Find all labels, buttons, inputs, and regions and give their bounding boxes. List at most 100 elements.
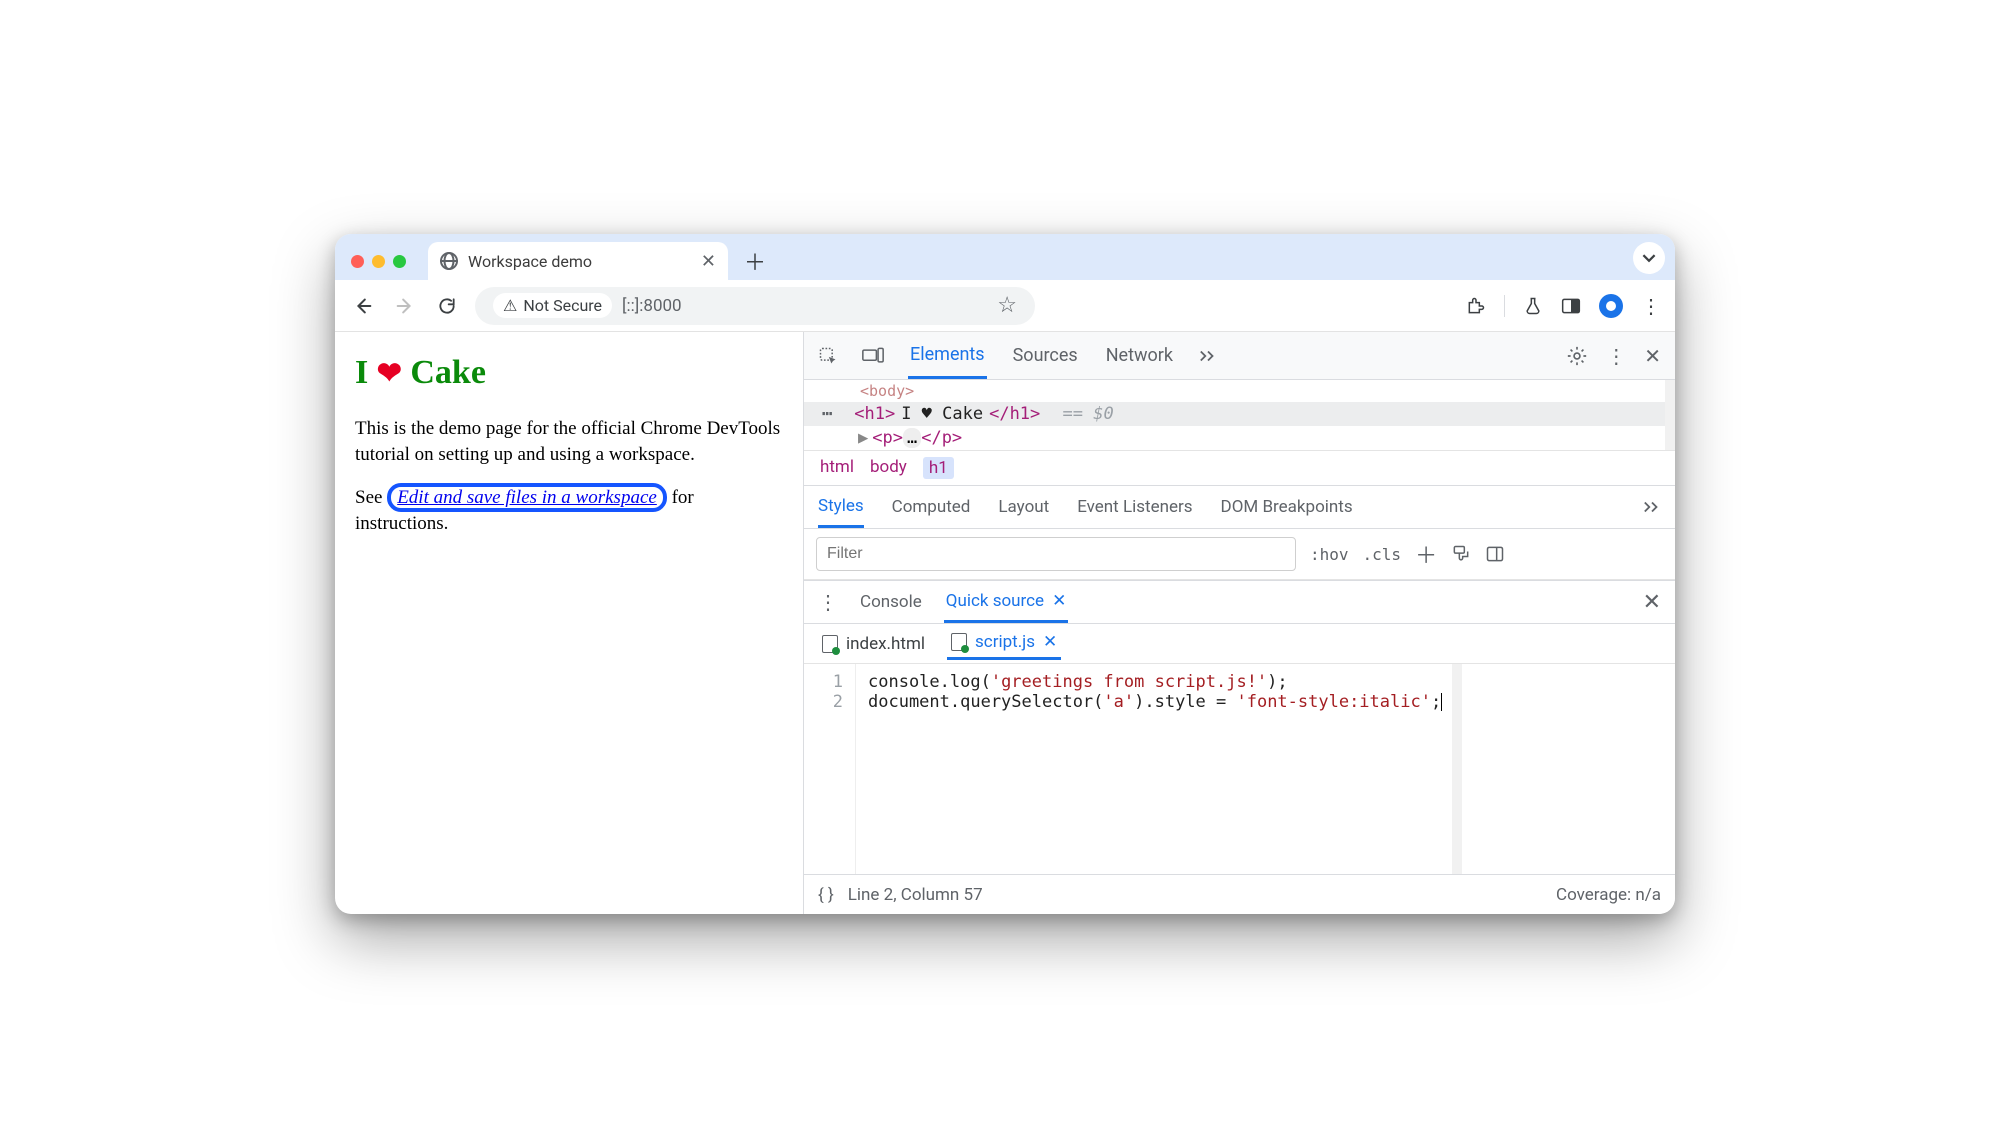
coverage-status: Coverage: n/a <box>1556 885 1661 905</box>
content-area: I ❤ Cake This is the demo page for the o… <box>335 332 1675 914</box>
rendered-page: I ❤ Cake This is the demo page for the o… <box>335 332 803 914</box>
source-editor[interactable]: 1 2 console.log('greetings from script.j… <box>804 664 1675 874</box>
devtools-menu-button[interactable]: ⋮ <box>1606 344 1626 368</box>
devtools-settings-button[interactable] <box>1566 345 1588 367</box>
intro-paragraph: This is the demo page for the official C… <box>355 416 783 467</box>
tab-title: Workspace demo <box>468 252 592 271</box>
styles-tab-bar: Styles Computed Layout Event Listeners D… <box>804 485 1675 529</box>
warning-icon: ⚠ <box>503 296 517 315</box>
arrow-right-icon <box>394 295 416 317</box>
styles-more-button[interactable] <box>1643 500 1661 514</box>
breadcrumb-h1[interactable]: h1 <box>923 457 954 479</box>
globe-icon <box>440 252 458 270</box>
text-cursor <box>1441 693 1442 711</box>
drawer-close-button[interactable]: ✕ <box>1643 590 1661 615</box>
url-text: [::]:8000 <box>622 296 682 316</box>
styles-paint-button[interactable] <box>1451 544 1471 564</box>
drawer-menu-button[interactable]: ⋮ <box>818 590 838 614</box>
close-window-button[interactable] <box>351 255 364 268</box>
more-tabs-button[interactable] <box>1199 349 1217 363</box>
extensions-button[interactable] <box>1466 296 1486 316</box>
security-label: Not Secure <box>523 296 602 315</box>
hover-toggle[interactable]: :hov <box>1310 545 1349 564</box>
element-node-p[interactable]: ▶<p>…</p> <box>804 426 1665 450</box>
maximize-window-button[interactable] <box>393 255 406 268</box>
tutorial-link[interactable]: Edit and save files in a workspace <box>397 487 657 508</box>
labs-button[interactable] <box>1523 295 1543 317</box>
security-chip[interactable]: ⚠ Not Secure <box>493 293 612 318</box>
panel-icon <box>1561 297 1581 315</box>
minimize-window-button[interactable] <box>372 255 385 268</box>
tab-close-button[interactable]: ✕ <box>701 251 716 272</box>
file-tab-index-html[interactable]: index.html <box>818 629 929 659</box>
elements-tree[interactable]: <body> ⋯ <h1>I ♥ Cake</h1> == $0 ▶<p>…</… <box>804 380 1675 450</box>
expand-triangle-icon[interactable]: ▶ <box>858 428 868 448</box>
panel-right-icon <box>1485 544 1505 564</box>
format-button[interactable]: { } <box>818 885 834 905</box>
side-panel-button[interactable] <box>1561 297 1581 315</box>
element-node-selected[interactable]: ⋯ <h1>I ♥ Cake</h1> == $0 <box>804 402 1665 426</box>
inspect-element-button[interactable] <box>818 346 838 366</box>
bookmark-button[interactable]: ☆ <box>997 293 1017 318</box>
styles-filter-input[interactable] <box>816 537 1296 571</box>
browser-window: Workspace demo ✕ ＋ ⚠ Not Secure <box>335 234 1675 914</box>
devtools-panel: Elements Sources Network ⋮ ✕ <box>803 332 1675 914</box>
brush-icon <box>1451 544 1471 564</box>
puzzle-icon <box>1466 296 1486 316</box>
close-icon[interactable]: ✕ <box>1043 632 1057 652</box>
heart-icon: ❤ <box>377 357 402 390</box>
new-style-rule-button[interactable]: ＋ <box>1415 538 1437 570</box>
subtab-event-listeners[interactable]: Event Listeners <box>1077 488 1192 526</box>
forward-button[interactable] <box>391 292 419 320</box>
arrow-left-icon <box>352 295 374 317</box>
file-icon <box>822 635 838 653</box>
scrollbar[interactable] <box>1452 664 1462 874</box>
new-tab-button[interactable]: ＋ <box>740 246 770 276</box>
subtab-dom-breakpoints[interactable]: DOM Breakpoints <box>1221 488 1353 526</box>
tutorial-link-highlight: Edit and save files in a workspace <box>387 483 667 512</box>
dom-breadcrumbs[interactable]: html body h1 <box>804 450 1675 485</box>
drawer-tab-bar: ⋮ Console Quick source ✕ ✕ <box>804 580 1675 624</box>
tab-sources[interactable]: Sources <box>1011 334 1080 377</box>
tab-search-button[interactable] <box>1633 242 1665 274</box>
page-heading: I ❤ Cake <box>355 350 783 396</box>
link-paragraph: See Edit and save files in a workspace f… <box>355 485 783 536</box>
cursor-position: Line 2, Column 57 <box>848 885 983 905</box>
gear-icon <box>1566 345 1588 367</box>
code-area[interactable]: console.log('greetings from script.js!')… <box>856 664 1452 874</box>
computed-panel-button[interactable] <box>1485 544 1505 564</box>
tab-elements[interactable]: Elements <box>908 333 987 379</box>
element-node-body[interactable]: <body> <box>842 380 1675 402</box>
subtab-computed[interactable]: Computed <box>892 488 971 526</box>
drawer-tab-console[interactable]: Console <box>858 583 924 621</box>
subtab-layout[interactable]: Layout <box>998 488 1049 526</box>
profile-button[interactable] <box>1599 294 1623 318</box>
chevron-down-icon <box>1642 251 1656 265</box>
devices-icon <box>862 347 884 365</box>
address-bar[interactable]: ⚠ Not Secure [::]:8000 ☆ <box>475 287 1035 325</box>
file-icon <box>951 633 967 651</box>
window-controls <box>351 255 406 268</box>
subtab-styles[interactable]: Styles <box>818 487 864 528</box>
breadcrumb-body[interactable]: body <box>870 457 907 479</box>
chevrons-right-icon <box>1643 500 1661 514</box>
tab-network[interactable]: Network <box>1104 334 1175 377</box>
drawer-tab-quick-source[interactable]: Quick source ✕ <box>944 582 1069 623</box>
more-actions-icon[interactable]: ⋯ <box>822 404 832 424</box>
inspect-icon <box>818 346 838 366</box>
file-tab-script-js[interactable]: script.js ✕ <box>947 627 1061 660</box>
browser-toolbar: ⚠ Not Secure [::]:8000 ☆ ⋮ <box>335 280 1675 332</box>
flask-icon <box>1523 295 1543 317</box>
editor-status-bar: { } Line 2, Column 57 Coverage: n/a <box>804 874 1675 914</box>
devtools-close-button[interactable]: ✕ <box>1644 344 1661 368</box>
close-icon[interactable]: ✕ <box>1052 591 1066 611</box>
reload-button[interactable] <box>433 292 461 320</box>
device-toolbar-button[interactable] <box>862 347 884 365</box>
class-toggle[interactable]: .cls <box>1363 545 1402 564</box>
line-gutter: 1 2 <box>804 664 856 874</box>
breadcrumb-html[interactable]: html <box>820 457 854 479</box>
chrome-menu-button[interactable]: ⋮ <box>1641 294 1661 318</box>
browser-tab[interactable]: Workspace demo ✕ <box>428 242 728 280</box>
styles-toolbar: :hov .cls ＋ <box>804 529 1675 580</box>
back-button[interactable] <box>349 292 377 320</box>
